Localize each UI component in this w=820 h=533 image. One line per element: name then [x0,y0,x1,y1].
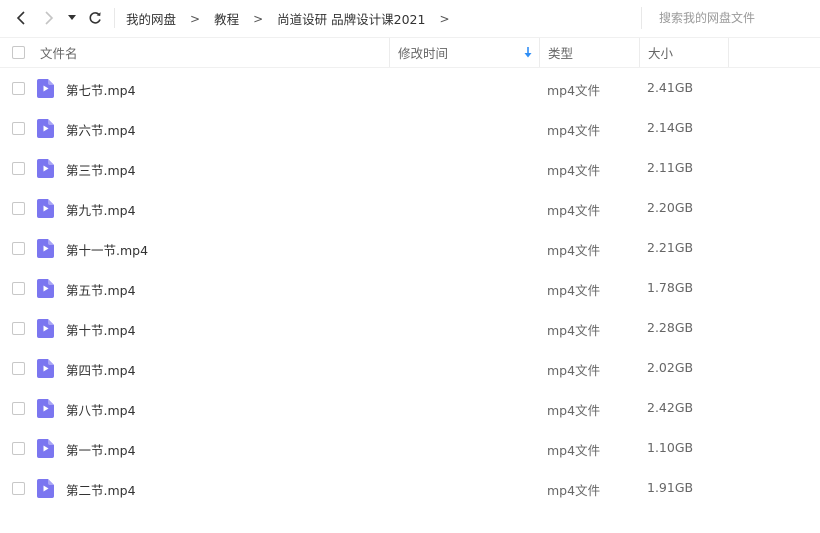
video-file-icon [37,479,54,498]
file-size: 2.42GB [647,400,694,415]
video-file-icon [37,199,54,218]
file-name: 第一节.mp4 [66,443,136,458]
column-type-header[interactable]: 类型 [539,38,639,67]
video-file-icon [37,319,54,338]
toolbar-divider [114,8,115,28]
file-name: 第十节.mp4 [66,323,136,338]
select-all-checkbox[interactable] [12,46,25,59]
file-name: 第十一节.mp4 [66,243,149,258]
breadcrumb-item-current[interactable]: 尚道设研 品牌设计课2021 [277,9,425,28]
file-size: 2.21GB [647,240,694,255]
file-name: 第七节.mp4 [66,83,136,98]
video-file-icon [37,79,54,98]
caret-down-icon [68,15,76,20]
file-row[interactable]: 第七节.mp4 mp4文件 2.41GB [0,68,820,108]
column-type-label: 类型 [548,46,574,61]
file-type: mp4文件 [547,363,601,378]
file-size: 2.20GB [647,200,694,215]
file-row[interactable]: 第六节.mp4 mp4文件 2.14GB [0,108,820,148]
video-file-icon [37,239,54,258]
file-row[interactable]: 第十节.mp4 mp4文件 2.28GB [0,308,820,348]
row-checkbox[interactable] [12,122,25,135]
row-checkbox[interactable] [12,162,25,175]
file-size: 1.91GB [647,480,694,495]
breadcrumb-separator: > [253,11,264,26]
column-modified-label: 修改时间 [398,46,449,61]
file-name: 第六节.mp4 [66,123,136,138]
breadcrumb-separator[interactable]: > [439,12,449,26]
refresh-button[interactable] [84,8,106,28]
video-file-icon [37,159,54,178]
search-input[interactable] [642,11,812,25]
search-box [641,7,820,29]
video-file-icon [37,399,54,418]
video-file-icon [37,279,54,298]
file-size: 1.10GB [647,440,694,455]
file-row[interactable]: 第八节.mp4 mp4文件 2.42GB [0,388,820,428]
row-checkbox[interactable] [12,402,25,415]
row-checkbox[interactable] [12,442,25,455]
file-row[interactable]: 第二节.mp4 mp4文件 1.91GB [0,468,820,508]
file-row[interactable]: 第五节.mp4 mp4文件 1.78GB [0,268,820,308]
breadcrumb: 我的网盘 > 教程 > 尚道设研 品牌设计课2021 > [126,0,464,37]
file-size: 2.02GB [647,360,694,375]
file-type: mp4文件 [547,283,601,298]
breadcrumb-item-root[interactable]: 我的网盘 [126,9,176,28]
file-name: 第五节.mp4 [66,283,136,298]
file-row[interactable]: 第三节.mp4 mp4文件 2.11GB [0,148,820,188]
file-list: 第七节.mp4 mp4文件 2.41GB 第六节.mp4 mp4文件 2.14G… [0,68,820,508]
file-name: 第三节.mp4 [66,163,136,178]
column-modified-header[interactable]: 修改时间 [389,38,539,67]
row-checkbox[interactable] [12,282,25,295]
file-type: mp4文件 [547,483,601,498]
row-checkbox[interactable] [12,482,25,495]
column-name-label: 文件名 [40,46,78,61]
file-size: 2.11GB [647,160,694,175]
file-size: 2.41GB [647,80,694,95]
row-checkbox[interactable] [12,82,25,95]
row-checkbox[interactable] [12,362,25,375]
file-type: mp4文件 [547,83,601,98]
chevron-left-icon [16,11,25,25]
row-checkbox[interactable] [12,322,25,335]
file-row[interactable]: 第四节.mp4 mp4文件 2.02GB [0,348,820,388]
file-type: mp4文件 [547,203,601,218]
sort-down-arrow-icon [524,47,532,58]
column-size-label: 大小 [648,46,674,61]
breadcrumb-item-tutorials[interactable]: 教程 [214,9,239,28]
file-type: mp4文件 [547,163,601,178]
forward-button[interactable] [38,8,60,28]
video-file-icon [37,439,54,458]
video-file-icon [37,359,54,378]
video-file-icon [37,119,54,138]
column-header: 文件名 修改时间 类型 大小 [0,37,820,68]
file-type: mp4文件 [547,123,601,138]
file-name: 第八节.mp4 [66,403,136,418]
file-type: mp4文件 [547,243,601,258]
row-checkbox[interactable] [12,202,25,215]
chevron-right-icon [45,11,54,25]
back-button[interactable] [10,8,32,28]
file-name: 第二节.mp4 [66,483,136,498]
file-type: mp4文件 [547,443,601,458]
refresh-icon [89,12,101,24]
file-row[interactable]: 第十一节.mp4 mp4文件 2.21GB [0,228,820,268]
row-checkbox[interactable] [12,242,25,255]
column-name-header[interactable]: 文件名 [40,38,388,67]
file-size: 2.14GB [647,120,694,135]
file-row[interactable]: 第九节.mp4 mp4文件 2.20GB [0,188,820,228]
history-dropdown-button[interactable] [64,8,80,28]
file-size: 1.78GB [647,280,694,295]
file-name: 第九节.mp4 [66,203,136,218]
file-name: 第四节.mp4 [66,363,136,378]
file-type: mp4文件 [547,403,601,418]
navigation-toolbar: 我的网盘 > 教程 > 尚道设研 品牌设计课2021 > [0,0,820,37]
breadcrumb-separator: > [190,11,201,26]
file-row[interactable]: 第一节.mp4 mp4文件 1.10GB [0,428,820,468]
column-size-header[interactable]: 大小 [639,38,729,67]
file-size: 2.28GB [647,320,694,335]
file-type: mp4文件 [547,323,601,338]
